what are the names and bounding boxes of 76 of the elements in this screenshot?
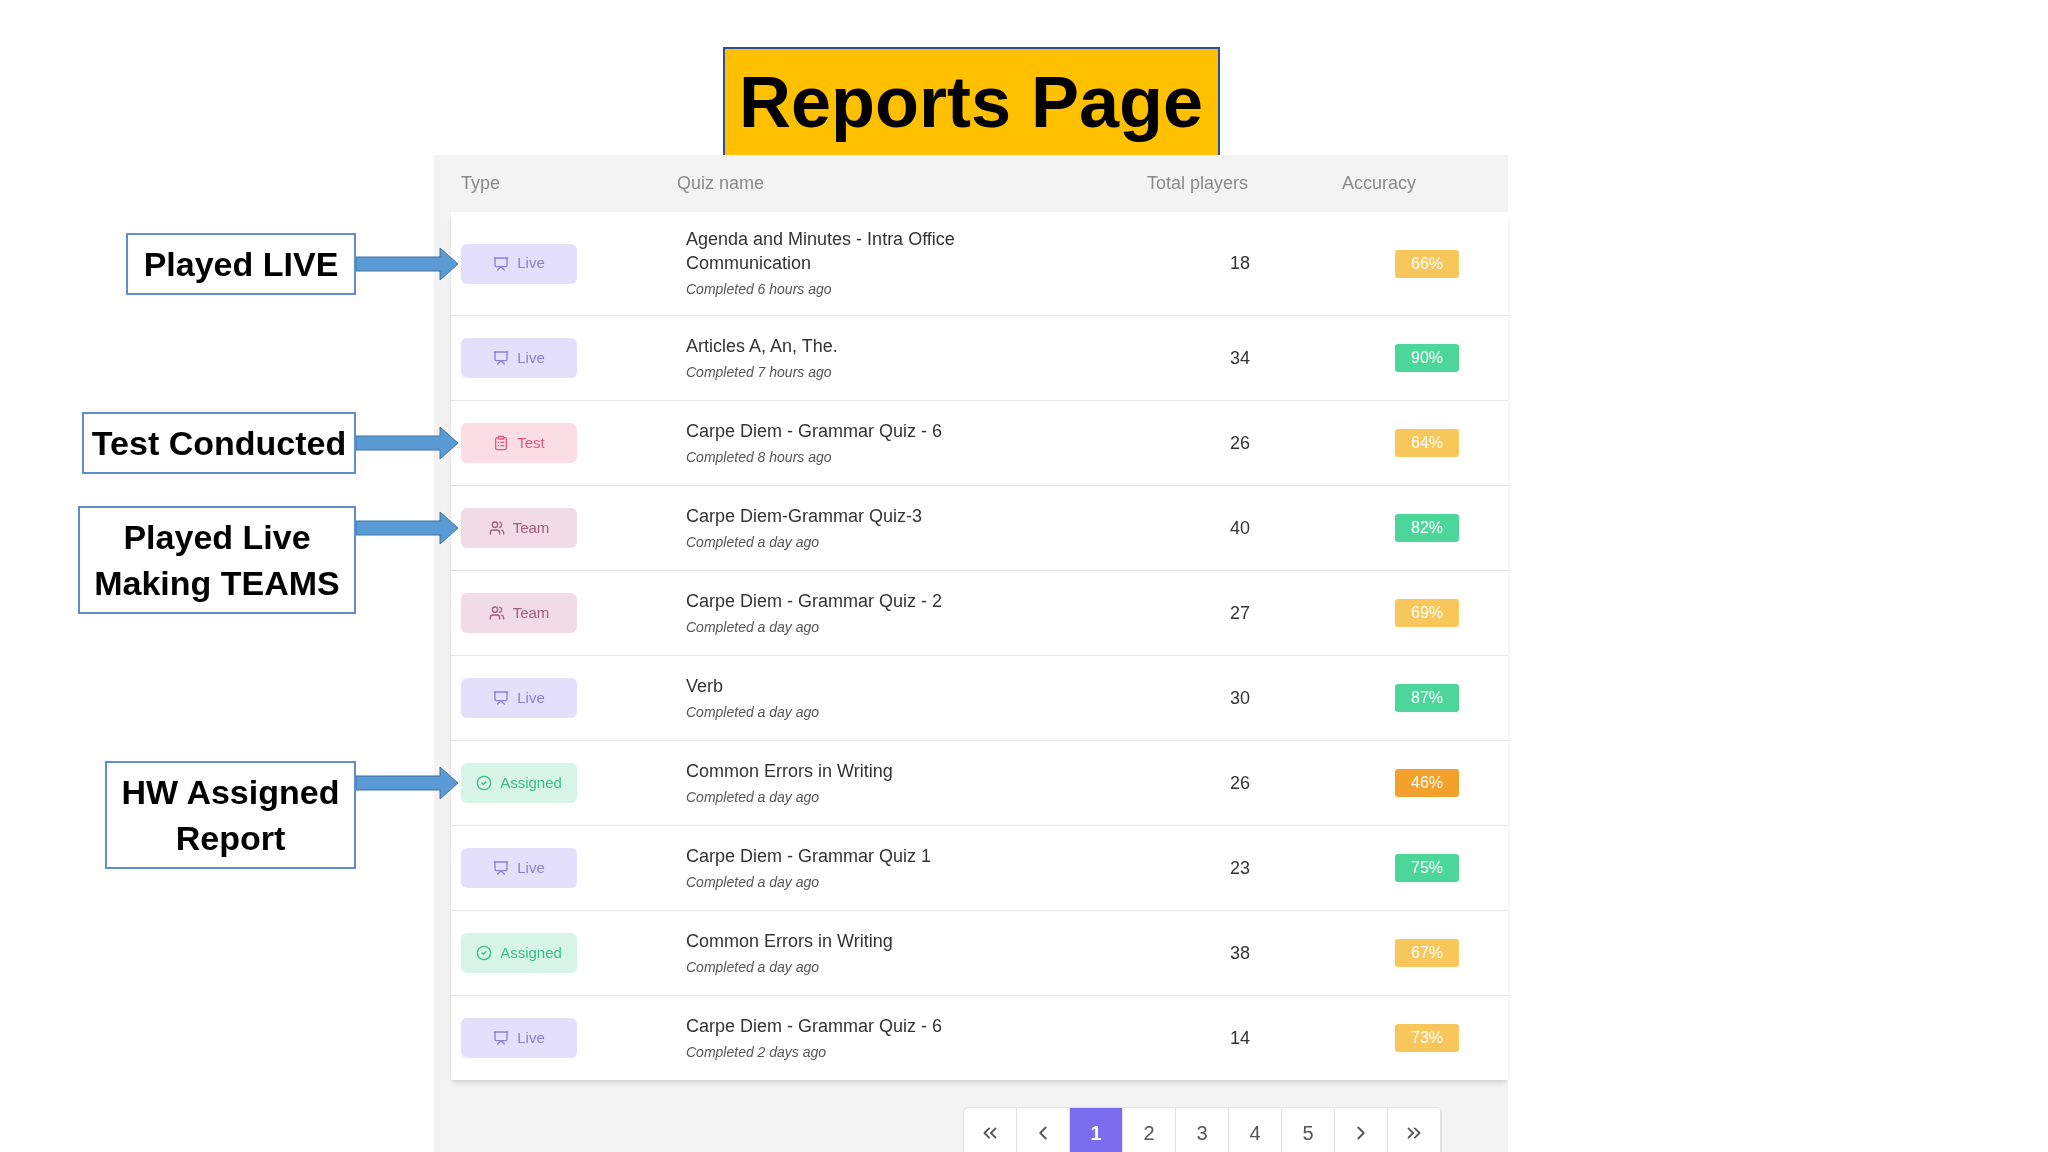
completed-time: Completed 6 hours ago [686,280,833,299]
player-count: 38 [1229,941,1250,965]
callout-label: Played Live Making TEAMS [78,505,356,614]
column-header: Total players [1147,172,1250,195]
quiz-name: Articles A, An, The. [686,334,839,358]
player-count: 27 [1229,601,1250,625]
check-circle-icon [476,945,493,961]
quiz-type-tag: Assigned [461,933,577,973]
completed-time: Completed 2 days ago [686,1042,828,1062]
quiz-name: Agenda and Minutes - Intra Office Communication [686,228,956,275]
completed-time: Completed a day ago [686,787,821,807]
quiz-type-tag: Live [461,1018,577,1058]
player-count: 34 [1229,346,1250,370]
accuracy-tag: 75% [1395,854,1459,882]
page-title: Reports Page [722,47,1220,155]
accuracy-tag: 82% [1395,514,1459,542]
pagination-button[interactable]: 2 [1123,1108,1176,1152]
quiz-name: Carpe Diem-Grammar Quiz-3 [686,504,924,528]
quiz-type-tag: Live [461,243,577,284]
quiz-type-tag: Test [461,423,577,463]
accuracy-tag: 67% [1395,939,1459,967]
clipboard-icon [493,435,510,451]
accuracy-tag: 46% [1395,769,1459,797]
check-circle-icon [476,775,493,791]
quiz-name: Carpe Diem - Grammar Quiz - 6 [686,1014,944,1038]
completed-time: Completed 7 hours ago [686,362,833,382]
player-count: 18 [1229,252,1250,275]
completed-time: Completed 8 hours ago [686,447,833,467]
accuracy-tag: 87% [1395,684,1459,712]
accuracy-tag: 73% [1395,1024,1459,1052]
pagination-button[interactable] [964,1108,1017,1152]
completed-time: Completed a day ago [686,702,821,722]
callout-label: HW Assigned Report [105,760,356,869]
presentation-icon [493,1030,510,1046]
quiz-type-tag: Assigned [461,763,577,803]
accuracy-tag: 66% [1395,249,1459,278]
quiz-name: Verb [686,674,725,698]
callout-label: Played LIVE [126,232,356,295]
accuracy-tag: 90% [1395,344,1459,372]
quiz-name: Carpe Diem - Grammar Quiz - 2 [686,589,944,613]
completed-time: Completed a day ago [686,532,821,552]
quiz-type-tag: Live [461,678,577,718]
completed-time: Completed a day ago [686,617,821,637]
quiz-type-tag: Live [461,338,577,378]
presentation-icon [493,690,510,706]
player-count: 26 [1229,431,1250,455]
player-count: 23 [1229,856,1250,880]
completed-time: Completed a day ago [686,872,821,892]
player-count: 30 [1229,686,1250,710]
column-header: Accuracy [1342,172,1417,195]
column-header: Type [461,172,502,195]
pagination-button[interactable]: 4 [1229,1108,1282,1152]
completed-time: Completed a day ago [686,957,821,977]
pagination-button[interactable] [1388,1108,1441,1152]
quiz-name: Carpe Diem - Grammar Quiz 1 [686,844,933,868]
player-count: 40 [1229,516,1250,540]
pagination-button[interactable]: 1 [1070,1108,1123,1152]
quiz-type-tag: Team [461,593,577,633]
accuracy-tag: 64% [1395,429,1459,457]
player-count: 14 [1229,1026,1250,1050]
users-icon [488,520,505,536]
presentation-icon [493,860,510,876]
quiz-name: Carpe Diem - Grammar Quiz - 6 [686,419,944,443]
accuracy-tag: 69% [1395,599,1459,627]
pagination-button[interactable]: 5 [1282,1108,1335,1152]
quiz-name: Common Errors in Writing [686,759,894,783]
presentation-icon [493,350,510,366]
quiz-name: Common Errors in Writing [686,929,894,953]
callout-label: Test Conducted [82,411,356,474]
quiz-type-tag: Live [461,848,577,888]
presentation-icon [493,255,510,272]
pagination-button[interactable]: 3 [1176,1108,1229,1152]
column-header: Quiz name [677,172,766,195]
player-count: 26 [1229,771,1250,795]
users-icon [488,605,505,621]
quiz-type-tag: Team [461,508,577,548]
